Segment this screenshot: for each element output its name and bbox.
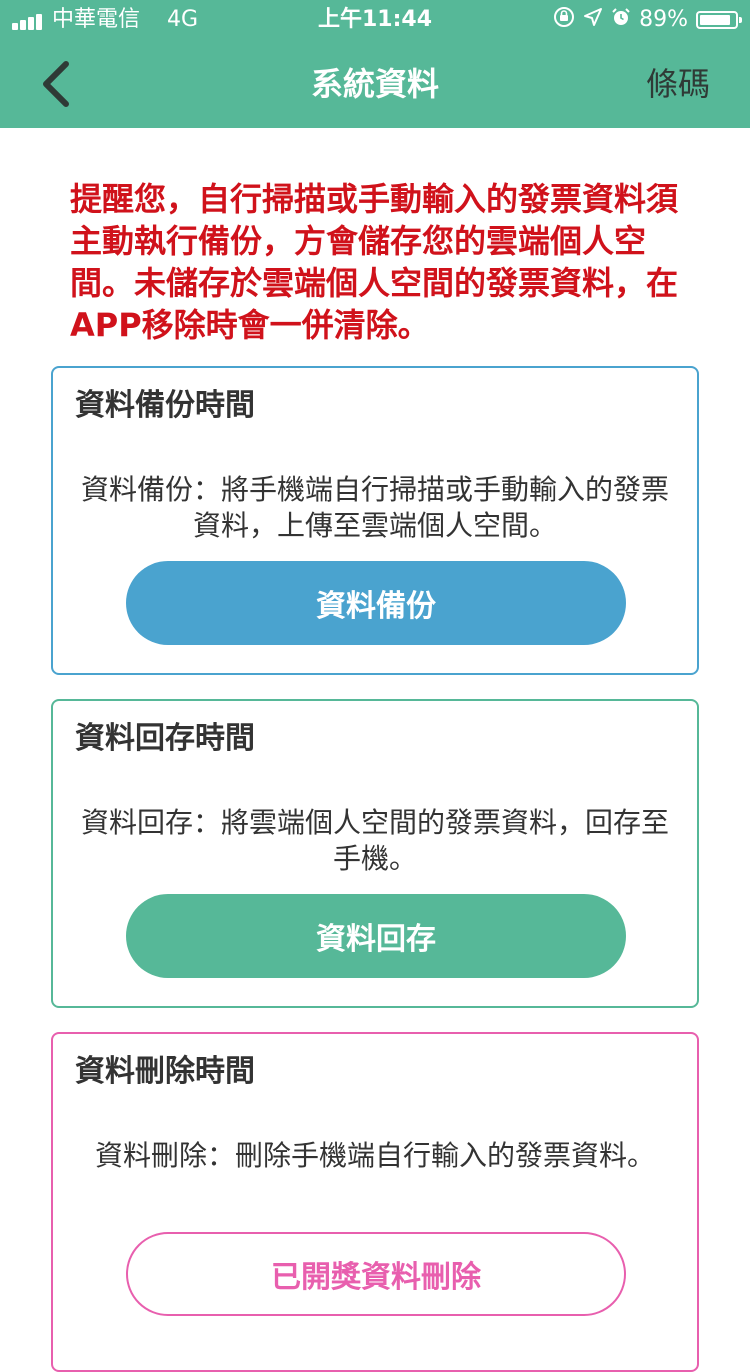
battery-percent: 89% xyxy=(639,7,688,32)
nav-bar: 系統資料 條碼 xyxy=(0,40,750,128)
status-bar: 中華電信 4G 上午11:44 89% xyxy=(0,0,750,40)
reminder-text: 提醒您，自行掃描或手動輸入的發票資料須主動執行備份，方會儲存您的雲端個人空間。未… xyxy=(70,180,679,344)
status-right-group: 89% xyxy=(553,6,742,35)
restore-card-description: 資料回存：將雲端個人空間的發票資料，回存至手機。 xyxy=(80,806,669,875)
battery-tip xyxy=(739,17,742,23)
backup-button[interactable]: 資料備份 xyxy=(126,561,626,645)
alarm-icon xyxy=(611,6,631,34)
backup-card-description: 資料備份：將手機端自行掃描或手動輸入的發票資料，上傳至雲端個人空間。 xyxy=(80,473,669,542)
delete-card-title: 資料刪除時間 xyxy=(75,1054,255,1089)
delete-card: 資料刪除時間 資料刪除：刪除手機端自行輸入的發票資料。 已開獎資料刪除 xyxy=(51,1032,699,1372)
backup-card-title: 資料備份時間 xyxy=(75,388,255,423)
battery-fill xyxy=(700,15,730,25)
orientation-lock-icon xyxy=(553,6,575,35)
delete-drawn-data-button[interactable]: 已開獎資料刪除 xyxy=(126,1232,626,1316)
backup-card: 資料備份時間 資料備份：將手機端自行掃描或手動輸入的發票資料，上傳至雲端個人空間… xyxy=(51,366,699,675)
restore-card: 資料回存時間 資料回存：將雲端個人空間的發票資料，回存至手機。 資料回存 xyxy=(51,699,699,1008)
restore-button[interactable]: 資料回存 xyxy=(126,894,626,978)
restore-card-title: 資料回存時間 xyxy=(75,721,255,756)
battery-icon xyxy=(696,11,742,29)
page-title: 系統資料 xyxy=(310,65,439,103)
location-icon xyxy=(583,6,603,34)
delete-card-description: 資料刪除：刪除手機端自行輸入的發票資料。 xyxy=(94,1139,655,1172)
barcode-button[interactable]: 條碼 xyxy=(646,64,710,104)
